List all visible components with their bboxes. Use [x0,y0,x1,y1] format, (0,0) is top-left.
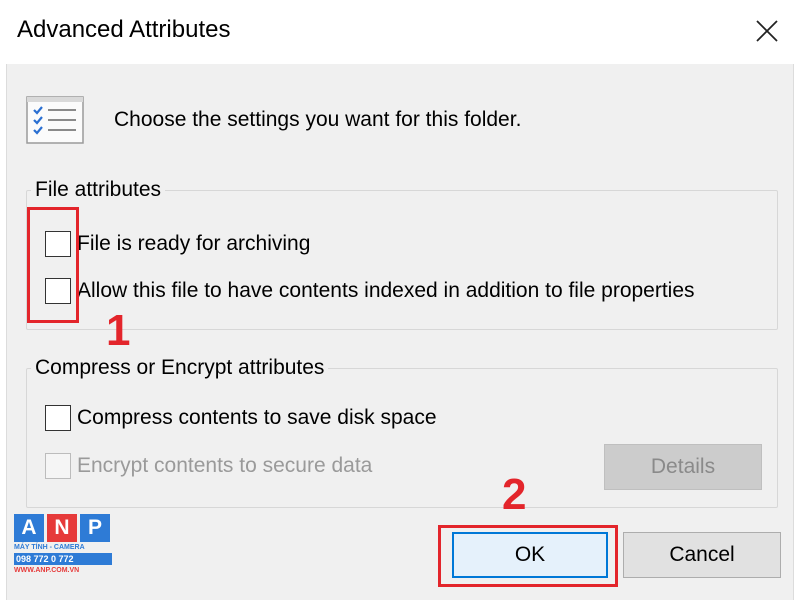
compress-option: Compress contents to save disk space [45,405,437,431]
logo-phone: 098 772 0 772 [14,553,112,565]
checkbox-highlight [27,207,79,323]
anp-logo: A N P MÁY TÍNH - CAMERA 098 772 0 772 WW… [14,514,112,586]
compress-label: Compress contents to save disk space [77,406,437,429]
title-bar: Advanced Attributes [0,0,800,64]
logo-letter-n: N [47,514,77,542]
encrypt-option: Encrypt contents to secure data [45,453,372,479]
archive-option: File is ready for archiving [45,231,310,257]
close-icon [756,20,778,42]
index-option: Allow this file to have contents indexed… [45,278,695,304]
step-1-label: 1 [106,306,131,355]
archive-label: File is ready for archiving [77,232,311,255]
logo-tagline: MÁY TÍNH - CAMERA [14,544,85,551]
window-title: Advanced Attributes [17,16,231,43]
file-attributes-group [26,190,778,330]
ok-highlight [438,525,618,587]
file-attributes-legend: File attributes [31,178,166,202]
cancel-button[interactable]: Cancel [623,532,781,578]
compress-checkbox[interactable] [45,405,71,431]
checklist-icon [26,96,84,144]
logo-website: WWW.ANP.COM.VN [14,567,80,574]
compress-encrypt-legend: Compress or Encrypt attributes [31,356,329,380]
index-label: Allow this file to have contents indexed… [77,279,695,302]
step-2-label: 2 [502,470,527,519]
close-button[interactable] [742,8,792,54]
encrypt-checkbox[interactable] [45,453,71,479]
details-button[interactable]: Details [604,444,762,490]
header-description: Choose the settings you want for this fo… [114,108,522,131]
encrypt-label: Encrypt contents to secure data [77,454,373,477]
logo-letter-p: P [80,514,110,542]
logo-letter-a: A [14,514,44,542]
